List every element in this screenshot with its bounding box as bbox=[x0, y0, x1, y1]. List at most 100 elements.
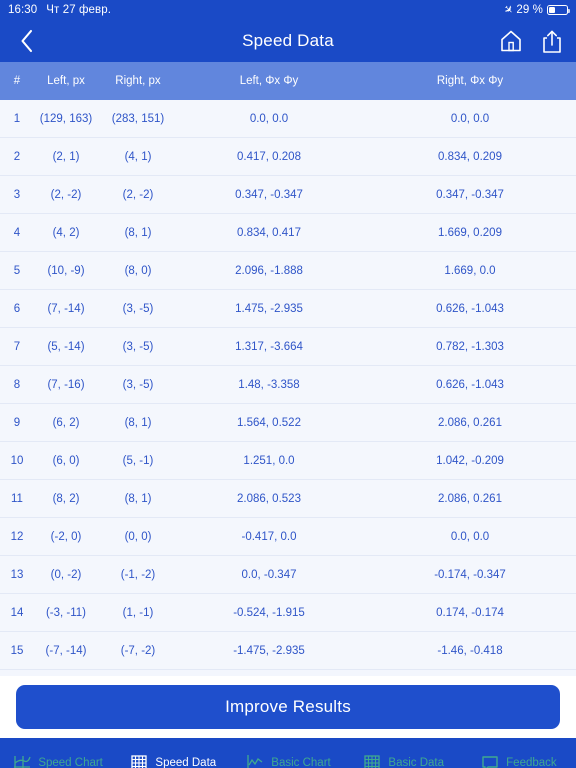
share-button[interactable] bbox=[542, 29, 562, 54]
cell-index: 3 bbox=[13, 188, 21, 201]
cell-right-phi: -0.174, -0.347 bbox=[434, 568, 506, 581]
table-header-row: # Left, px Right, px Left, Φx Φy Right, … bbox=[0, 62, 576, 100]
tab-speed-data[interactable]: Speed Data bbox=[115, 738, 230, 768]
cell-index: 7 bbox=[13, 340, 21, 353]
cell-index: 12 bbox=[10, 530, 24, 543]
column-header-index: # bbox=[13, 75, 21, 87]
cell-left-phi: 1.564, 0.522 bbox=[237, 416, 301, 429]
column-header-right-phi: Right, Φx Φy bbox=[436, 75, 504, 87]
navigation-bar-actions bbox=[500, 29, 562, 54]
cell-index: 6 bbox=[13, 302, 21, 315]
basic-data-grid-icon bbox=[364, 755, 381, 768]
cell-left-px: (10, -9) bbox=[47, 264, 85, 277]
airplane-mode-icon: ✈ bbox=[500, 2, 516, 18]
cell-left-px: (6, 2) bbox=[52, 416, 80, 429]
tab-label: Feedback bbox=[506, 757, 557, 768]
table-row[interactable]: 2 (2, 1) (4, 1) 0.417, 0.208 0.834, 0.209 bbox=[0, 138, 576, 176]
home-button[interactable] bbox=[500, 29, 522, 53]
cell-left-phi: 2.086, 0.523 bbox=[237, 492, 301, 505]
cell-left-phi: 0.834, 0.417 bbox=[237, 226, 301, 239]
share-icon bbox=[543, 30, 561, 53]
table-row[interactable]: 5 (10, -9) (8, 0) 2.096, -1.888 1.669, 0.0 bbox=[0, 252, 576, 290]
cell-left-px: (4, 2) bbox=[52, 226, 80, 239]
table-row[interactable]: 12 (-2, 0) (0, 0) -0.417, 0.0 0.0, 0.0 bbox=[0, 518, 576, 556]
cell-left-phi: -0.417, 0.0 bbox=[241, 530, 297, 543]
table-row[interactable]: 7 (5, -14) (3, -5) 1.317, -3.664 0.782, -1.3… bbox=[0, 328, 576, 366]
tab-feedback[interactable]: Feedback bbox=[461, 738, 576, 768]
cell-index: 4 bbox=[13, 226, 21, 239]
action-bar: Improve Results bbox=[0, 676, 576, 738]
cell-left-px: (8, 2) bbox=[52, 492, 80, 505]
cell-right-phi: 0.782, -1.303 bbox=[436, 340, 504, 353]
basic-chart-icon-wrap bbox=[245, 753, 265, 768]
tab-label: Speed Chart bbox=[38, 757, 103, 768]
cell-left-phi: 0.417, 0.208 bbox=[237, 150, 301, 163]
cell-left-px: (7, -14) bbox=[47, 302, 85, 315]
feedback-bubble-icon-wrap bbox=[480, 753, 500, 768]
cell-left-phi: -0.524, -1.915 bbox=[233, 606, 305, 619]
improve-results-button[interactable]: Improve Results bbox=[16, 685, 560, 729]
cell-left-phi: 2.096, -1.888 bbox=[235, 264, 303, 277]
cell-right-phi: 1.042, -0.209 bbox=[436, 454, 504, 467]
battery-percent-label: 29 % bbox=[516, 4, 543, 16]
cell-right-px: (1, -1) bbox=[122, 606, 154, 619]
speed-chart-icon-wrap bbox=[12, 753, 32, 768]
cell-right-px: (-7, -2) bbox=[120, 644, 156, 657]
cell-index: 10 bbox=[10, 454, 24, 467]
tab-basic-data[interactable]: Basic Data bbox=[346, 738, 461, 768]
status-time: 16:30 bbox=[8, 4, 38, 16]
cell-index: 1 bbox=[13, 112, 21, 125]
navigation-bar: Speed Data bbox=[0, 20, 576, 62]
cell-index: 2 bbox=[13, 150, 21, 163]
cell-left-px: (0, -2) bbox=[50, 568, 82, 581]
cell-right-phi: 0.626, -1.043 bbox=[436, 302, 504, 315]
cell-index: 13 bbox=[10, 568, 24, 581]
table-row[interactable]: 8 (7, -16) (3, -5) 1.48, -3.358 0.626, -1.04… bbox=[0, 366, 576, 404]
cell-right-phi: 1.669, 0.0 bbox=[444, 264, 496, 277]
cell-left-phi: 1.48, -3.358 bbox=[238, 378, 300, 391]
cell-left-px: (5, -14) bbox=[47, 340, 85, 353]
table-row[interactable]: 3 (2, -2) (2, -2) 0.347, -0.347 0.347, -0.34… bbox=[0, 176, 576, 214]
table-row[interactable]: 14 (-3, -11) (1, -1) -0.524, -1.915 0.174, -… bbox=[0, 594, 576, 632]
cell-right-phi: 1.669, 0.209 bbox=[438, 226, 502, 239]
cell-index: 8 bbox=[13, 378, 21, 391]
cell-right-px: (4, 1) bbox=[124, 150, 152, 163]
table-row[interactable]: 9 (6, 2) (8, 1) 1.564, 0.522 2.086, 0.261 bbox=[0, 404, 576, 442]
cell-right-px: (3, -5) bbox=[122, 302, 154, 315]
tab-basic-chart[interactable]: Basic Chart bbox=[230, 738, 345, 768]
table-body: 1 (129, 163) (283, 151) 0.0, 0.0 0.0, 0.0 2 (2… bbox=[0, 100, 576, 670]
status-date: Чт 27 февр. bbox=[46, 4, 112, 16]
cell-right-px: (8, 0) bbox=[124, 264, 152, 277]
cell-left-px: (-2, 0) bbox=[50, 530, 82, 543]
page-title: Speed Data bbox=[242, 31, 334, 50]
speed-data-table[interactable]: # Left, px Right, px Left, Φx Φy Right, … bbox=[0, 62, 576, 676]
feedback-bubble-icon bbox=[482, 756, 498, 768]
speed-data-grid-icon bbox=[131, 755, 148, 768]
cell-index: 9 bbox=[13, 416, 21, 429]
table-row[interactable]: 1 (129, 163) (283, 151) 0.0, 0.0 0.0, 0.0 bbox=[0, 100, 576, 138]
table-row[interactable]: 6 (7, -14) (3, -5) 1.475, -2.935 0.626, -1.0… bbox=[0, 290, 576, 328]
cell-index: 5 bbox=[13, 264, 21, 277]
cell-right-phi: 0.0, 0.0 bbox=[450, 530, 490, 543]
cell-left-phi: 1.251, 0.0 bbox=[243, 454, 295, 467]
cell-left-phi: 0.0, 0.0 bbox=[249, 112, 289, 125]
cell-right-px: (3, -5) bbox=[122, 378, 154, 391]
status-bar-right: ✈ 29 % bbox=[500, 2, 571, 18]
table-row[interactable]: 10 (6, 0) (5, -1) 1.251, 0.0 1.042, -0.209 bbox=[0, 442, 576, 480]
table-row[interactable]: 15 (-7, -14) (-7, -2) -1.475, -2.935 -1.46, … bbox=[0, 632, 576, 670]
table-row[interactable]: 11 (8, 2) (8, 1) 2.086, 0.523 2.086, 0.261 bbox=[0, 480, 576, 518]
home-icon bbox=[501, 30, 521, 52]
table-row[interactable]: 4 (4, 2) (8, 1) 0.834, 0.417 1.669, 0.209 bbox=[0, 214, 576, 252]
cell-index: 11 bbox=[11, 492, 23, 505]
cell-right-phi: 0.347, -0.347 bbox=[436, 188, 504, 201]
cell-right-px: (8, 1) bbox=[124, 226, 152, 239]
back-chevron-icon bbox=[21, 29, 33, 53]
status-bar-left: 16:30 Чт 27 февр. bbox=[8, 4, 111, 16]
back-button[interactable] bbox=[14, 26, 40, 56]
cell-left-px: (2, -2) bbox=[50, 188, 82, 201]
cell-left-px: (7, -16) bbox=[47, 378, 85, 391]
status-bar: 16:30 Чт 27 февр. ✈ 29 % bbox=[0, 0, 576, 20]
tab-speed-chart[interactable]: Speed Chart bbox=[0, 738, 115, 768]
cell-right-phi: -1.46, -0.418 bbox=[437, 644, 503, 657]
table-row[interactable]: 13 (0, -2) (-1, -2) 0.0, -0.347 -0.174, -0.3… bbox=[0, 556, 576, 594]
